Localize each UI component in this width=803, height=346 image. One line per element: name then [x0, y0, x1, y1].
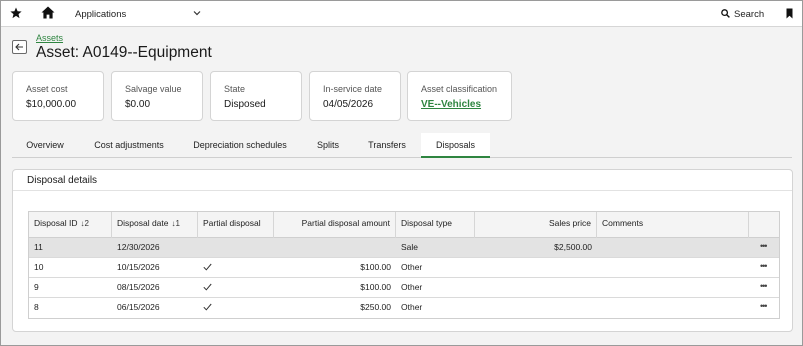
tab-depreciation-schedules[interactable]: Depreciation schedules	[182, 133, 298, 158]
card-value: $0.00	[125, 99, 151, 110]
column-header-disposal-type[interactable]: Disposal type	[396, 212, 475, 238]
sort-indicator: ↓2	[80, 219, 89, 228]
checkmark-icon	[203, 263, 212, 271]
card-label: State	[224, 84, 246, 94]
chevron-down-icon[interactable]	[193, 9, 201, 17]
home-icon[interactable]	[41, 6, 55, 19]
back-arrow-icon	[15, 43, 23, 51]
tab-cost-adjustments[interactable]: Cost adjustments	[82, 133, 176, 158]
card-value: 04/05/2026	[323, 99, 374, 110]
disposals-table: Disposal ID ↓2 Disposal date ↓1 Partial di…	[28, 211, 780, 319]
column-header-comments[interactable]: Comments	[597, 212, 749, 238]
column-header-label: Disposal ID	[34, 218, 78, 228]
checkmark-icon	[203, 283, 212, 291]
table-row[interactable]: 11 12/30/2026 Sale $2,500.00 •••	[29, 238, 779, 258]
disposal-details-panel: Disposal details Disposal ID ↓2 Disposal …	[12, 169, 793, 332]
back-button[interactable]	[12, 40, 27, 54]
cell-disposal-type: Other	[401, 302, 423, 312]
cell-partial-amount: $250.00	[360, 302, 391, 312]
card-label: In-service date	[323, 84, 383, 94]
checkmark-icon	[203, 303, 212, 311]
column-header-partial-disposal-amount[interactable]: Partial disposal amount	[274, 212, 396, 238]
more-options-icon[interactable]: •••	[760, 241, 772, 251]
cell-disposal-type: Other	[401, 282, 423, 292]
column-header-disposal-date[interactable]: Disposal date ↓1	[112, 212, 198, 238]
column-header-partial-disposal[interactable]: Partial disposal	[198, 212, 274, 238]
table-row[interactable]: 8 06/15/2026 $250.00 Other •••	[29, 298, 779, 318]
cell-disposal-id: 10	[34, 262, 44, 272]
card-value: Disposed	[224, 99, 266, 110]
more-options-icon[interactable]: •••	[760, 281, 772, 291]
column-header-actions	[749, 212, 779, 238]
cell-disposal-id: 11	[34, 242, 43, 252]
sort-indicator: ↓1	[171, 219, 180, 228]
divider	[13, 190, 792, 191]
asset-classification-link[interactable]: VE--Vehicles	[421, 99, 481, 110]
top-navigation-bar: Applications Search	[1, 1, 802, 27]
cell-disposal-type: Sale	[401, 242, 419, 252]
cell-partial-amount: $100.00	[360, 282, 391, 292]
star-icon[interactable]	[10, 7, 22, 19]
tab-bar: Overview Cost adjustments Depreciation s…	[12, 133, 792, 158]
cell-disposal-date: 06/15/2026	[117, 302, 160, 312]
page-title: Asset: A0149--Equipment	[36, 44, 212, 61]
breadcrumb-assets-link[interactable]: Assets	[36, 33, 63, 43]
card-label: Asset cost	[26, 84, 68, 94]
cell-disposal-type: Other	[401, 262, 423, 272]
summary-card-state: State Disposed	[210, 71, 302, 121]
card-label: Asset classification	[421, 84, 498, 94]
card-value: $10,000.00	[26, 99, 77, 110]
cell-disposal-id: 9	[34, 282, 39, 292]
bookmark-icon[interactable]	[786, 8, 793, 19]
cell-disposal-date: 08/15/2026	[117, 282, 160, 292]
summary-card-in-service-date: In-service date 04/05/2026	[309, 71, 401, 121]
tab-splits[interactable]: Splits	[304, 133, 352, 158]
table-row[interactable]: 9 08/15/2026 $100.00 Other •••	[29, 278, 779, 298]
tab-overview[interactable]: Overview	[12, 133, 78, 158]
card-label: Salvage value	[125, 84, 182, 94]
table-row[interactable]: 10 10/15/2026 $100.00 Other •••	[29, 258, 779, 278]
search-icon[interactable]	[721, 9, 730, 18]
panel-title: Disposal details	[27, 175, 98, 186]
summary-card-asset-classification: Asset classification VE--Vehicles	[407, 71, 512, 121]
table-header-row: Disposal ID ↓2 Disposal date ↓1 Partial di…	[29, 212, 779, 238]
column-header-label: Disposal date	[117, 218, 169, 228]
search-button[interactable]: Search	[734, 9, 764, 20]
cell-partial-amount: $100.00	[360, 262, 391, 272]
cell-disposal-date: 10/15/2026	[117, 262, 160, 272]
more-options-icon[interactable]: •••	[760, 261, 772, 271]
column-header-disposal-id[interactable]: Disposal ID ↓2	[29, 212, 112, 238]
cell-disposal-date: 12/30/2026	[117, 242, 160, 252]
cell-disposal-id: 8	[34, 302, 39, 312]
applications-menu[interactable]: Applications	[75, 9, 126, 20]
tab-transfers[interactable]: Transfers	[358, 133, 416, 158]
summary-card-salvage-value: Salvage value $0.00	[111, 71, 203, 121]
cell-sales-price: $2,500.00	[554, 242, 592, 252]
column-header-sales-price[interactable]: Sales price	[475, 212, 597, 238]
tab-disposals[interactable]: Disposals	[421, 133, 490, 158]
summary-card-asset-cost: Asset cost $10,000.00	[12, 71, 104, 121]
more-options-icon[interactable]: •••	[760, 301, 772, 311]
